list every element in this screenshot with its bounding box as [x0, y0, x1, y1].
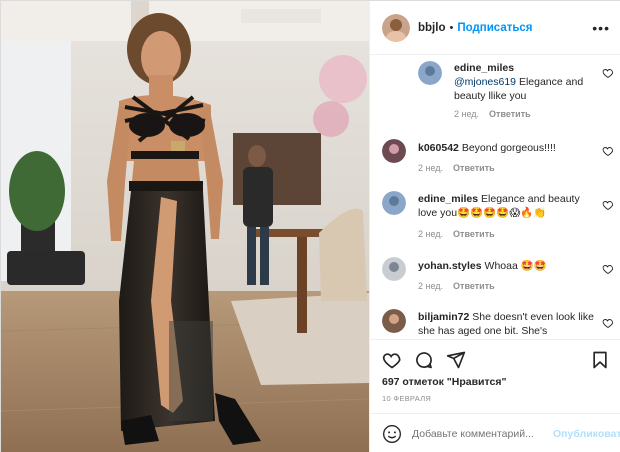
comment-item: k060542 Beyond gorgeous!!!! 2 нед. Ответи… [382, 137, 614, 181]
comments-list[interactable]: edine_miles @mjones619 Elegance and beau… [370, 55, 620, 339]
comment-username[interactable]: yohan.styles [418, 260, 482, 272]
comment-text: biljamin72 She doesn't even look like sh… [418, 310, 594, 338]
reply-button[interactable]: Ответить [453, 281, 495, 291]
comment-avatar[interactable] [382, 191, 406, 215]
likes-count[interactable]: 697 отметок "Нравится" [382, 376, 506, 388]
comment-item: yohan.styles Whoaa 🤩🤩 2 нед. Ответить [382, 255, 614, 299]
add-comment-bar: Опубликовать [370, 413, 620, 452]
post-photo-image [1, 1, 369, 452]
comment-input[interactable] [412, 427, 547, 440]
author-username[interactable]: bbjlo [418, 22, 445, 34]
comment-item: edine_miles Elegance and beauty love you… [382, 189, 614, 247]
comment-username[interactable]: edine_miles [418, 193, 478, 205]
comment-time: 2 нед. [418, 281, 444, 291]
comment-like-icon[interactable] [602, 199, 614, 211]
action-icons [382, 350, 610, 372]
reply-button[interactable]: Ответить [489, 109, 531, 119]
reply-button[interactable]: Ответить [453, 229, 495, 239]
follow-button[interactable]: Подписаться [457, 22, 532, 34]
comment-avatar[interactable] [382, 257, 406, 281]
comment-body: Beyond gorgeous!!!! [461, 142, 556, 154]
author-avatar[interactable] [382, 13, 410, 42]
comment-meta: 2 нед. Ответить [418, 281, 505, 291]
share-icon[interactable] [446, 350, 466, 370]
comment-username[interactable]: edine_miles [454, 62, 514, 74]
comment-time: 2 нед. [418, 229, 444, 239]
publish-button[interactable]: Опубликовать [553, 428, 620, 440]
comment-text: edine_miles Elegance and beauty love you… [418, 192, 594, 220]
comment-avatar[interactable] [382, 309, 406, 333]
comment-body: Whoaa 🤩🤩 [484, 260, 547, 272]
separator-dot: • [449, 21, 454, 34]
comment-item: edine_miles @mjones619 Elegance and beau… [418, 61, 614, 131]
comment-icon[interactable] [414, 350, 434, 370]
comment-time: 2 нед. [454, 109, 480, 119]
bookmark-icon[interactable] [590, 350, 610, 370]
comment-avatar[interactable] [382, 139, 406, 163]
comment-like-icon[interactable] [602, 67, 614, 79]
comment-like-icon[interactable] [602, 145, 614, 157]
comment-text: edine_miles @mjones619 Elegance and beau… [454, 61, 594, 103]
comment-avatar[interactable] [418, 61, 442, 85]
reply-button[interactable]: Ответить [453, 163, 495, 173]
post-photo[interactable] [1, 1, 369, 452]
emoji-icon[interactable] [382, 424, 402, 444]
post-date[interactable]: 10 ФЕВРАЛЯ [382, 394, 431, 403]
comment-username[interactable]: k060542 [418, 142, 459, 154]
comment-text: yohan.styles Whoaa 🤩🤩 [418, 259, 594, 273]
instagram-post: bbjlo • Подписаться ••• edine_miles @mjo… [0, 0, 620, 452]
comment-mention[interactable]: @mjones619 [454, 76, 516, 88]
post-side-panel: bbjlo • Подписаться ••• edine_miles @mjo… [369, 1, 620, 452]
comment-username[interactable]: biljamin72 [418, 311, 469, 323]
comment-time: 2 нед. [418, 163, 444, 173]
comment-meta: 2 нед. Ответить [418, 163, 505, 173]
comment-like-icon[interactable] [602, 317, 614, 329]
comment-item: biljamin72 She doesn't even look like sh… [382, 307, 614, 339]
comment-meta: 2 нед. Ответить [418, 229, 505, 239]
more-icon[interactable]: ••• [592, 20, 610, 36]
heart-icon[interactable] [382, 350, 402, 370]
comment-meta: 2 нед. Ответить [454, 109, 541, 119]
post-header: bbjlo • Подписаться ••• [370, 1, 620, 55]
comment-like-icon[interactable] [602, 263, 614, 275]
comment-text: k060542 Beyond gorgeous!!!! [418, 141, 594, 155]
